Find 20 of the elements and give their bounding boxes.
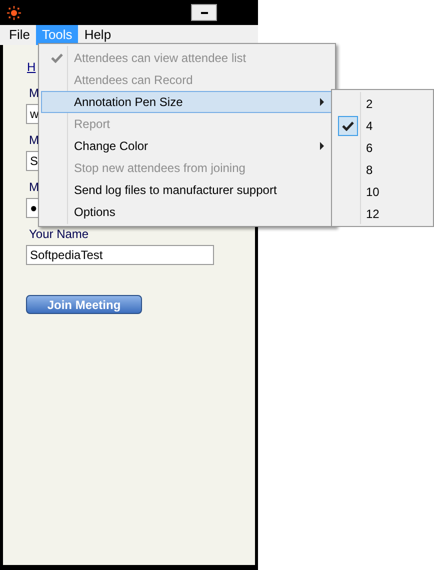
field-label: M xyxy=(29,86,39,100)
menu-item[interactable]: File xyxy=(3,25,36,45)
menu-item[interactable]: Help xyxy=(78,25,118,45)
menu-option[interactable]: 12 xyxy=(334,203,431,225)
minimize-button[interactable] xyxy=(191,4,217,21)
field-label: Your Name xyxy=(29,227,89,241)
menu-option[interactable]: Send log files to manufacturer support xyxy=(41,179,333,201)
menu-option[interactable]: 8 xyxy=(334,159,431,181)
menu-option[interactable]: 2 xyxy=(334,93,431,115)
menu-option[interactable]: 4 xyxy=(334,115,431,137)
sun-icon xyxy=(7,6,21,20)
menu-option[interactable]: 6 xyxy=(334,137,431,159)
menu-option[interactable]: Change Color xyxy=(41,135,333,157)
input-field[interactable]: SoftpediaTest xyxy=(26,245,214,265)
link[interactable]: H xyxy=(27,60,36,74)
field-label: M xyxy=(29,180,39,194)
field-label: M xyxy=(29,133,39,147)
menu-option[interactable]: 10 xyxy=(334,181,431,203)
menu-option[interactable]: Options xyxy=(41,201,333,223)
menu-option[interactable]: Annotation Pen Size xyxy=(41,91,333,113)
